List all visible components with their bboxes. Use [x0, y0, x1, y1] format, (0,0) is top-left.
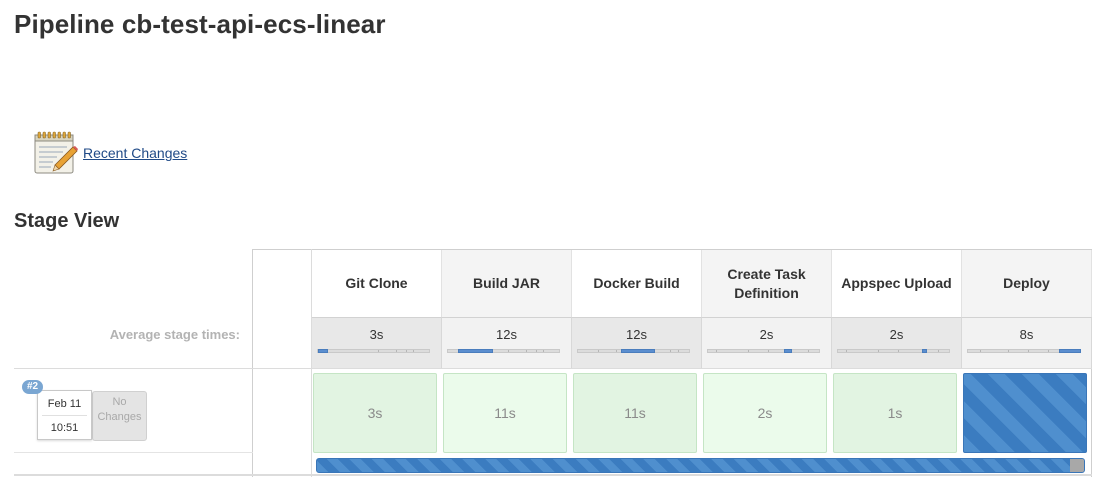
build-changes[interactable]: No Changes [92, 391, 147, 441]
average-time-bar-fill [621, 349, 655, 353]
stage-cell-deploy-in-progress[interactable] [963, 373, 1087, 453]
build-row-bottom-border [14, 474, 1092, 476]
stage-average-create-task-definition: 2s [702, 317, 832, 369]
stage-average-deploy: 8s [962, 317, 1092, 369]
stage-cell-git-clone[interactable]: 3s [313, 373, 437, 453]
build-row-divider [14, 452, 253, 453]
stage-header-appspec-upload: Appspec Upload [832, 250, 962, 317]
stage-average-appspec-upload: 2s [832, 317, 962, 369]
build-date-card[interactable]: Feb 11 10:51 [37, 390, 92, 440]
build-progress-bar [316, 458, 1085, 473]
stage-header-deploy: Deploy [962, 250, 1092, 317]
average-time-bar-fill [458, 349, 493, 353]
stage-average-build-jar: 12s [442, 317, 572, 369]
recent-changes: Recent Changes [33, 130, 187, 176]
recent-changes-link[interactable]: Recent Changes [83, 145, 187, 161]
stage-average-time: 3s [369, 327, 384, 342]
average-time-bar [447, 349, 560, 353]
stage-cell-create-task-definition[interactable]: 2s [703, 373, 827, 453]
average-time-bar [577, 349, 690, 353]
average-time-bar [317, 349, 430, 353]
stage-average-time: 12s [496, 327, 517, 342]
average-time-bar-fill [784, 349, 792, 353]
stage-header-git-clone: Git Clone [312, 250, 442, 317]
average-time-bar [837, 349, 950, 353]
build-number-badge[interactable]: #2 [22, 380, 44, 394]
build-time: 10:51 [50, 422, 79, 434]
stage-average-docker-build: 12s [572, 317, 702, 369]
stage-view-title: Stage View [14, 210, 120, 232]
average-time-bar-fill [1059, 349, 1081, 353]
build-date: Feb 11 [47, 398, 82, 410]
page-title: Pipeline cb-test-api-ecs-linear [14, 9, 386, 39]
stage-cell-docker-build[interactable]: 11s [573, 373, 697, 453]
stage-view-spacer-column [252, 249, 312, 477]
average-stage-times-label: Average stage times: [109, 327, 240, 342]
stage-cell-build-jar[interactable]: 11s [443, 373, 567, 453]
stage-cell-appspec-upload[interactable]: 1s [833, 373, 957, 453]
average-time-bar [967, 349, 1081, 353]
average-time-bar [707, 349, 820, 353]
build-row-divider [14, 368, 1092, 369]
notepad-icon [34, 131, 78, 174]
build-progress-remaining [1070, 459, 1084, 472]
stage-average-time: 8s [1019, 327, 1034, 342]
average-time-bar-fill [318, 349, 328, 353]
stage-header-build-jar: Build JAR [442, 250, 572, 317]
stage-header-docker-build: Docker Build [572, 250, 702, 317]
stage-average-time: 2s [889, 327, 904, 342]
average-time-bar-fill [922, 349, 927, 353]
stage-average-time: 2s [759, 327, 774, 342]
stage-header-create-task-definition: Create Task Definition [702, 250, 832, 317]
stage-average-git-clone: 3s [312, 317, 442, 369]
stage-average-time: 12s [626, 327, 647, 342]
